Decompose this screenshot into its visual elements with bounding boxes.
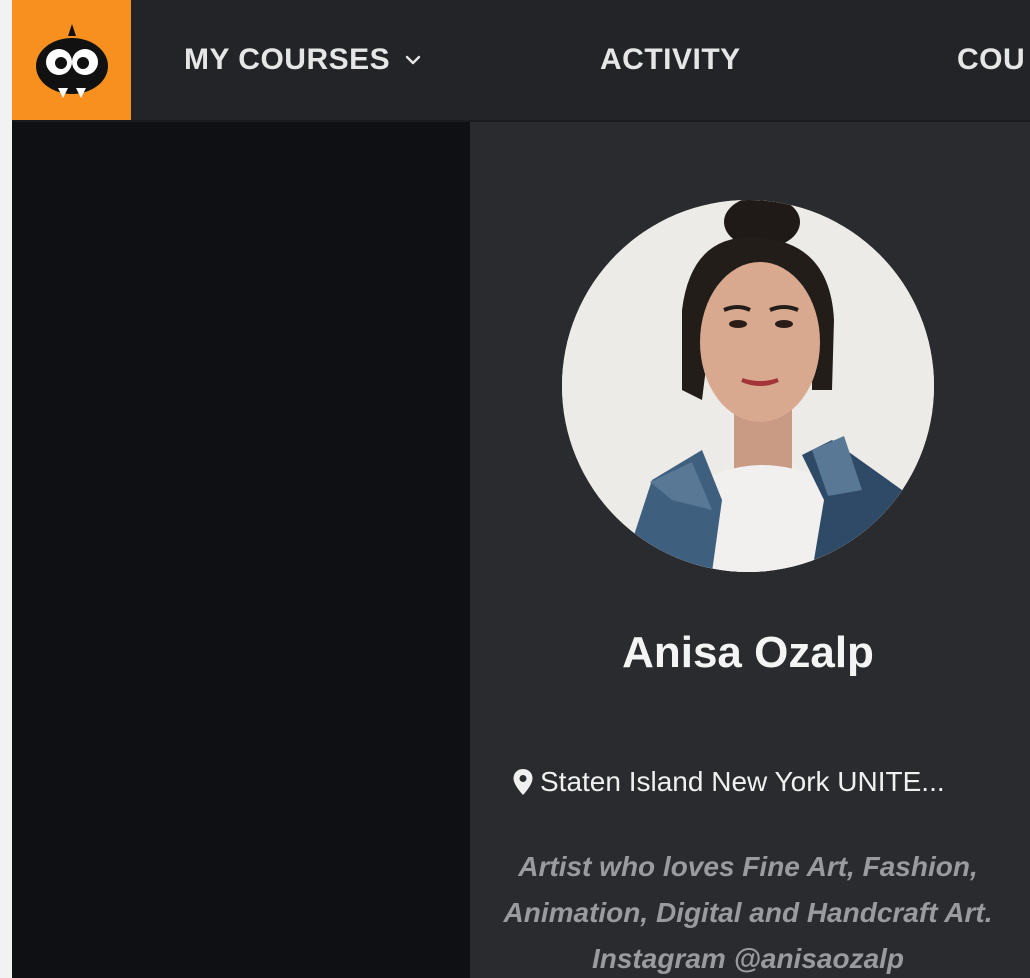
page: MY COURSES ACTIVITY COU Anisa Ozalp Stat… — [12, 0, 1030, 978]
left-sidebar — [12, 122, 470, 978]
nav-courses-label: COU — [957, 43, 1026, 76]
profile-card: Anisa Ozalp Staten Island New York UNITE… — [470, 122, 1030, 978]
nav-activity-label: ACTIVITY — [600, 43, 741, 76]
nav-activity[interactable]: ACTIVITY — [600, 0, 741, 120]
map-pin-icon — [513, 769, 533, 795]
profile-bio: Artist who loves Fine Art, Fashion, Anim… — [503, 851, 993, 974]
top-nav: MY COURSES ACTIVITY COU — [12, 0, 1030, 122]
avatar-photo — [562, 200, 934, 572]
owl-logo-icon — [35, 24, 108, 98]
profile-name: Anisa Ozalp — [622, 628, 874, 677]
nav-my-courses[interactable]: MY COURSES — [184, 0, 422, 120]
profile-location: Staten Island New York UNITE... — [512, 766, 945, 798]
nav-my-courses-label: MY COURSES — [184, 43, 391, 76]
nav-courses[interactable]: COU — [957, 0, 1025, 120]
avatar[interactable] — [562, 200, 934, 572]
profile-location-text: Staten Island New York UNITE... — [540, 766, 945, 797]
chevron-down-icon — [405, 55, 421, 65]
logo-button[interactable] — [12, 0, 131, 120]
